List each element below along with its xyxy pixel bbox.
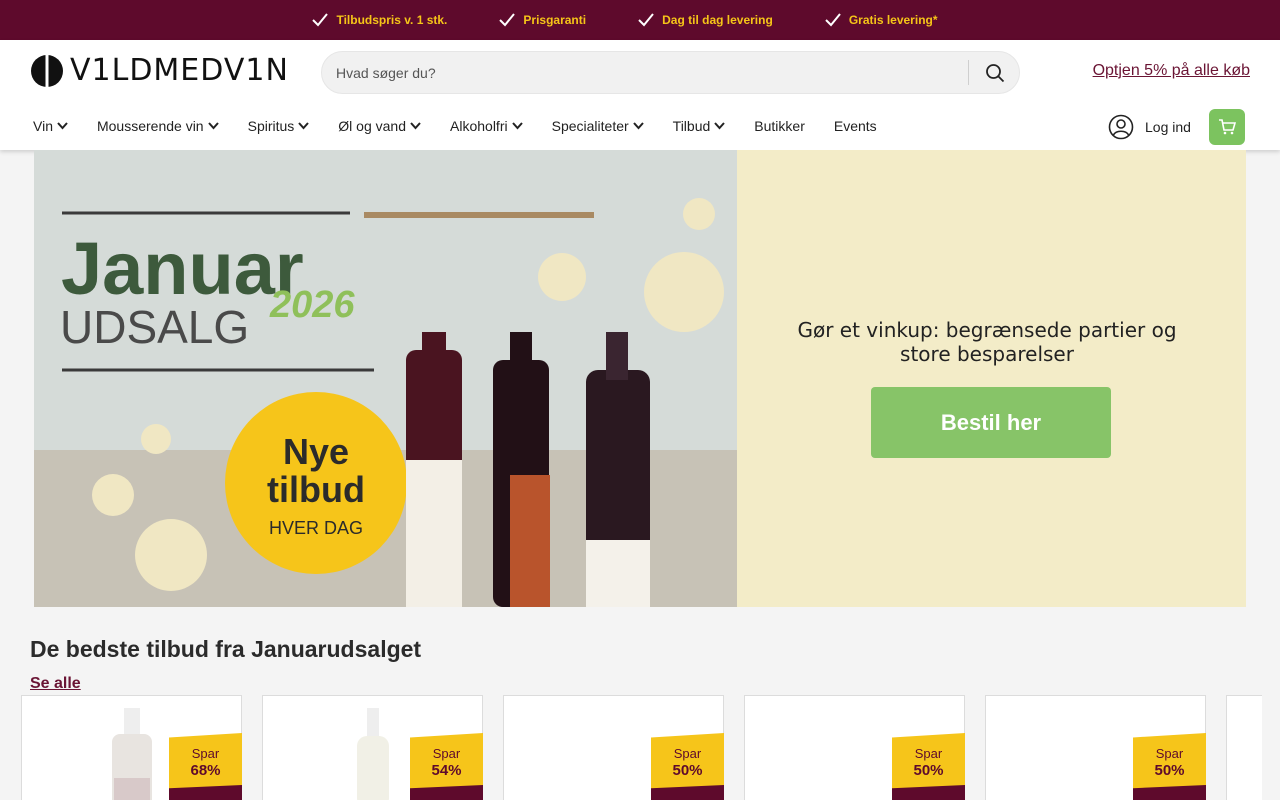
discount-ribbon: Spar 50% [651,733,724,800]
usp-text: Gratis levering* [848,13,938,27]
chevron-down-icon [207,122,219,130]
hero-image-subheading: UDSALG [60,301,249,353]
chevron-down-icon [410,122,421,130]
nav-item-label: Øl og vand [338,118,407,134]
product-card[interactable]: Spar 50% [744,695,965,800]
product-card[interactable]: Spar 50% [503,695,724,800]
product-bottle-image [112,708,152,800]
usp-item: Dag til dag levering [638,13,773,27]
usp-text: Prisgaranti [523,13,587,27]
site-header: V1LDMEDV1N Optjen 5% på alle køb Vin Mou… [0,40,1280,150]
loyalty-promo-link[interactable]: Optjen 5% på alle køb [1093,62,1250,80]
search-button[interactable] [982,60,1008,86]
check-icon [638,13,654,27]
nav-item-events[interactable]: Events [834,118,877,134]
check-icon [499,13,516,27]
search-bar [321,51,1020,94]
nav-item-label: Vin [33,118,53,134]
product-bottle-image [357,708,389,800]
chevron-down-icon [632,122,644,130]
hero-badge-line2: tilbud [267,469,365,510]
discount-ribbon: Spar 54% [410,733,483,800]
discount-ribbon: Spar 68% [169,733,242,800]
nav-item-ol-og-vand[interactable]: Øl og vand [338,118,421,134]
hero-banner-image[interactable]: Januar UDSALG 2026 Nye tilbud HVER DAG [34,150,737,607]
usp-text: Tilbudspris v. 1 stk. [336,13,448,27]
hero-badge-line3: HVER DAG [269,518,363,538]
nav-item-label: Events [833,118,877,134]
search-icon [986,64,1005,83]
nav-item-label: Mousserende vin [96,118,204,134]
hero-image-year: 2026 [269,284,355,326]
nav-item-mousserende-vin[interactable]: Mousserende vin [97,118,219,134]
nav-item-specialiteter[interactable]: Specialiteter [552,118,644,134]
nav-item-butikker[interactable]: Butikker [754,118,805,134]
product-card-partial[interactable] [1226,695,1262,800]
nav-item-tilbud[interactable]: Tilbud [673,118,726,134]
discount-ribbon: Spar 50% [1133,733,1206,800]
discount-spar-label: Spar [432,746,461,761]
nav-item-label: Specialiteter [551,118,629,134]
nav-item-label: Spiritus [247,118,295,134]
check-icon [825,13,841,27]
see-all-link[interactable]: Se alle [30,675,81,693]
discount-spar-label: Spar [914,746,943,761]
search-input[interactable] [336,52,956,93]
discount-percent: 54% [431,762,462,779]
usp-item: Tilbudspris v. 1 stk. [312,13,447,27]
product-carousel: Spar 68% Spar 54% Spar 50% Spar 50% Spar… [21,695,1262,800]
site-logo[interactable]: V1LDMEDV1N [30,53,289,88]
product-card[interactable]: Spar 54% [262,695,483,800]
product-card[interactable]: Spar 68% [21,695,242,800]
hero-illustration: Januar UDSALG 2026 Nye tilbud HVER DAG [34,150,737,607]
logo-text: V1LDMEDV1N [70,53,289,88]
usp-bar: Tilbudspris v. 1 stk. Prisgaranti Dag ti… [0,0,1280,40]
nav-item-label: Tilbud [672,118,711,134]
discount-spar-label: Spar [1155,746,1184,761]
chevron-down-icon [57,122,68,130]
cart-button[interactable] [1209,109,1245,145]
discount-percent: 50% [1154,762,1185,779]
discount-percent: 68% [190,762,221,779]
chevron-down-icon [511,122,523,130]
nav-item-label: Butikker [754,118,805,134]
discount-ribbon: Spar 50% [892,733,965,800]
cart-icon [1219,119,1236,135]
hero-badge-line1: Nye [283,431,349,472]
hero-image-heading: Januar [61,227,304,310]
order-here-button[interactable]: Bestil her [871,387,1111,458]
chevron-down-icon [298,122,310,130]
usp-item: Prisgaranti [499,13,586,27]
usp-text: Dag til dag levering [662,13,773,27]
section-title: De bedste tilbud fra Januarudsalget [30,636,422,662]
main-nav: Vin Mousserende vin Spiritus Øl og vand … [33,118,906,134]
user-icon [1108,114,1134,140]
discount-spar-label: Spar [673,746,702,761]
product-card[interactable]: Spar 50% [985,695,1206,800]
check-icon [312,13,329,27]
login-button[interactable]: Log ind [1108,114,1191,140]
discount-spar-label: Spar [191,746,220,761]
usp-item: Gratis levering* [825,13,938,27]
discount-percent: 50% [672,762,703,779]
nav-item-spiritus[interactable]: Spiritus [248,118,310,134]
chevron-down-icon [714,122,726,130]
search-divider [968,60,969,85]
logo-mark-icon [31,53,63,88]
discount-percent: 50% [913,762,944,779]
nav-item-vin[interactable]: Vin [33,118,68,134]
nav-item-label: Alkoholfri [450,118,508,134]
login-label: Log ind [1145,119,1191,135]
nav-item-alkoholfri[interactable]: Alkoholfri [450,118,523,134]
hero-text: Gør et vinkup: begrænsede partier og sto… [797,318,1177,366]
hero-panel: Gør et vinkup: begrænsede partier og sto… [737,150,1246,607]
